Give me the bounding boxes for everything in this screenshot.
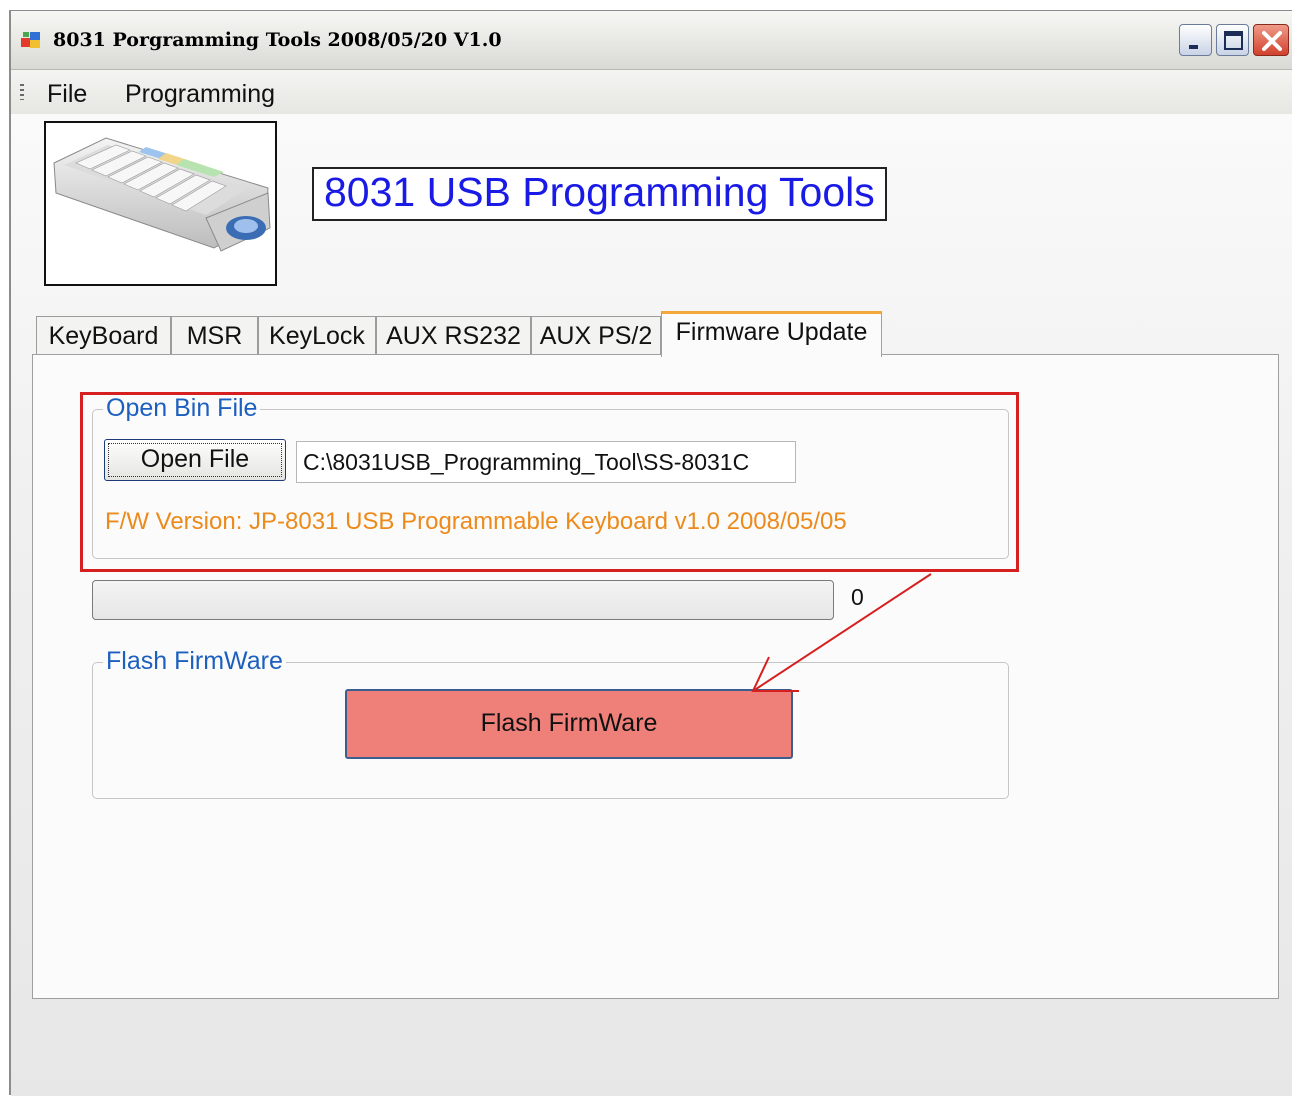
menu-bar: File Programming	[11, 70, 1292, 114]
flash-group-title: Flash FirmWare	[103, 647, 286, 676]
firmware-update-panel: Open Bin File Open File C:\8031USB_Progr…	[32, 354, 1279, 999]
close-icon	[1262, 31, 1282, 51]
flash-firmware-button[interactable]: Flash FirmWare	[345, 689, 793, 759]
minimize-icon	[1189, 45, 1198, 49]
tab-keylock[interactable]: KeyLock	[258, 316, 376, 354]
progress-value: 0	[851, 584, 864, 610]
client-area: 8031 USB Programming Tools KeyBoard MSR …	[11, 114, 1292, 1096]
title-bar[interactable]: 8031 Porgramming Tools 2008/05/20 V1.0	[11, 11, 1292, 70]
menu-file[interactable]: File	[47, 80, 87, 109]
tab-firmware-update[interactable]: Firmware Update	[661, 311, 882, 357]
tab-msr[interactable]: MSR	[171, 316, 258, 354]
app-icon	[21, 30, 43, 50]
maximize-button[interactable]	[1216, 24, 1249, 56]
tab-aux-rs232[interactable]: AUX RS232	[376, 316, 531, 354]
app-window: 8031 Porgramming Tools 2008/05/20 V1.0 F…	[9, 10, 1292, 1096]
tab-aux-ps2[interactable]: AUX PS/2	[531, 316, 661, 354]
flash-firmware-groupbox: Flash FirmWare Flash FirmWare	[92, 647, 1009, 799]
minimize-button[interactable]	[1179, 24, 1212, 56]
window-title: 8031 Porgramming Tools 2008/05/20 V1.0	[53, 29, 502, 51]
banner-title: 8031 USB Programming Tools	[312, 167, 887, 221]
menu-grip	[20, 84, 24, 100]
highlight-box	[80, 392, 1019, 572]
keyboard-image	[44, 121, 277, 286]
tab-keyboard[interactable]: KeyBoard	[36, 316, 171, 354]
menu-programming[interactable]: Programming	[125, 80, 275, 109]
flash-progress-bar	[92, 580, 834, 620]
maximize-icon	[1224, 31, 1243, 50]
close-button[interactable]	[1253, 24, 1289, 56]
